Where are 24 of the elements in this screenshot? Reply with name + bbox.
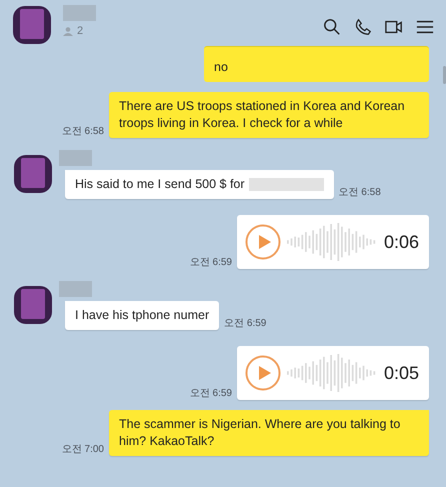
message-text: His said to me I send 500 $ for	[75, 176, 245, 193]
person-icon	[63, 26, 73, 36]
member-count: 2	[77, 25, 84, 37]
voice-duration: 0:06	[384, 232, 419, 252]
timestamp: 오전 6:58	[338, 186, 381, 199]
timestamp: 오전 6:59	[190, 256, 232, 269]
scrollbar-thumb[interactable]	[443, 66, 446, 84]
avatar	[12, 5, 52, 45]
voice-duration: 0:05	[384, 362, 419, 384]
message-text: I have his tphone numer	[75, 307, 210, 324]
message-text: There are US troops stationed in Korea and Korean troops living in Korea. I check for a while	[119, 99, 405, 130]
timestamp: 오전 7:00	[62, 443, 104, 456]
search-icon[interactable]	[323, 18, 341, 36]
timestamp: 오전 6:59	[190, 387, 232, 400]
redaction-block	[59, 281, 92, 297]
message-text: The scammer is Nigerian. Where are you talking to him? KakaoTalk?	[119, 417, 400, 448]
timestamp: 오전 6:58	[62, 125, 104, 138]
redaction-block	[63, 5, 96, 21]
redaction-block	[59, 150, 92, 166]
phone-icon[interactable]	[354, 18, 372, 36]
video-camera-icon[interactable]	[385, 18, 403, 36]
menu-icon[interactable]	[416, 18, 434, 36]
message-text: no	[214, 60, 228, 74]
timestamp: 오전 6:59	[224, 317, 266, 330]
